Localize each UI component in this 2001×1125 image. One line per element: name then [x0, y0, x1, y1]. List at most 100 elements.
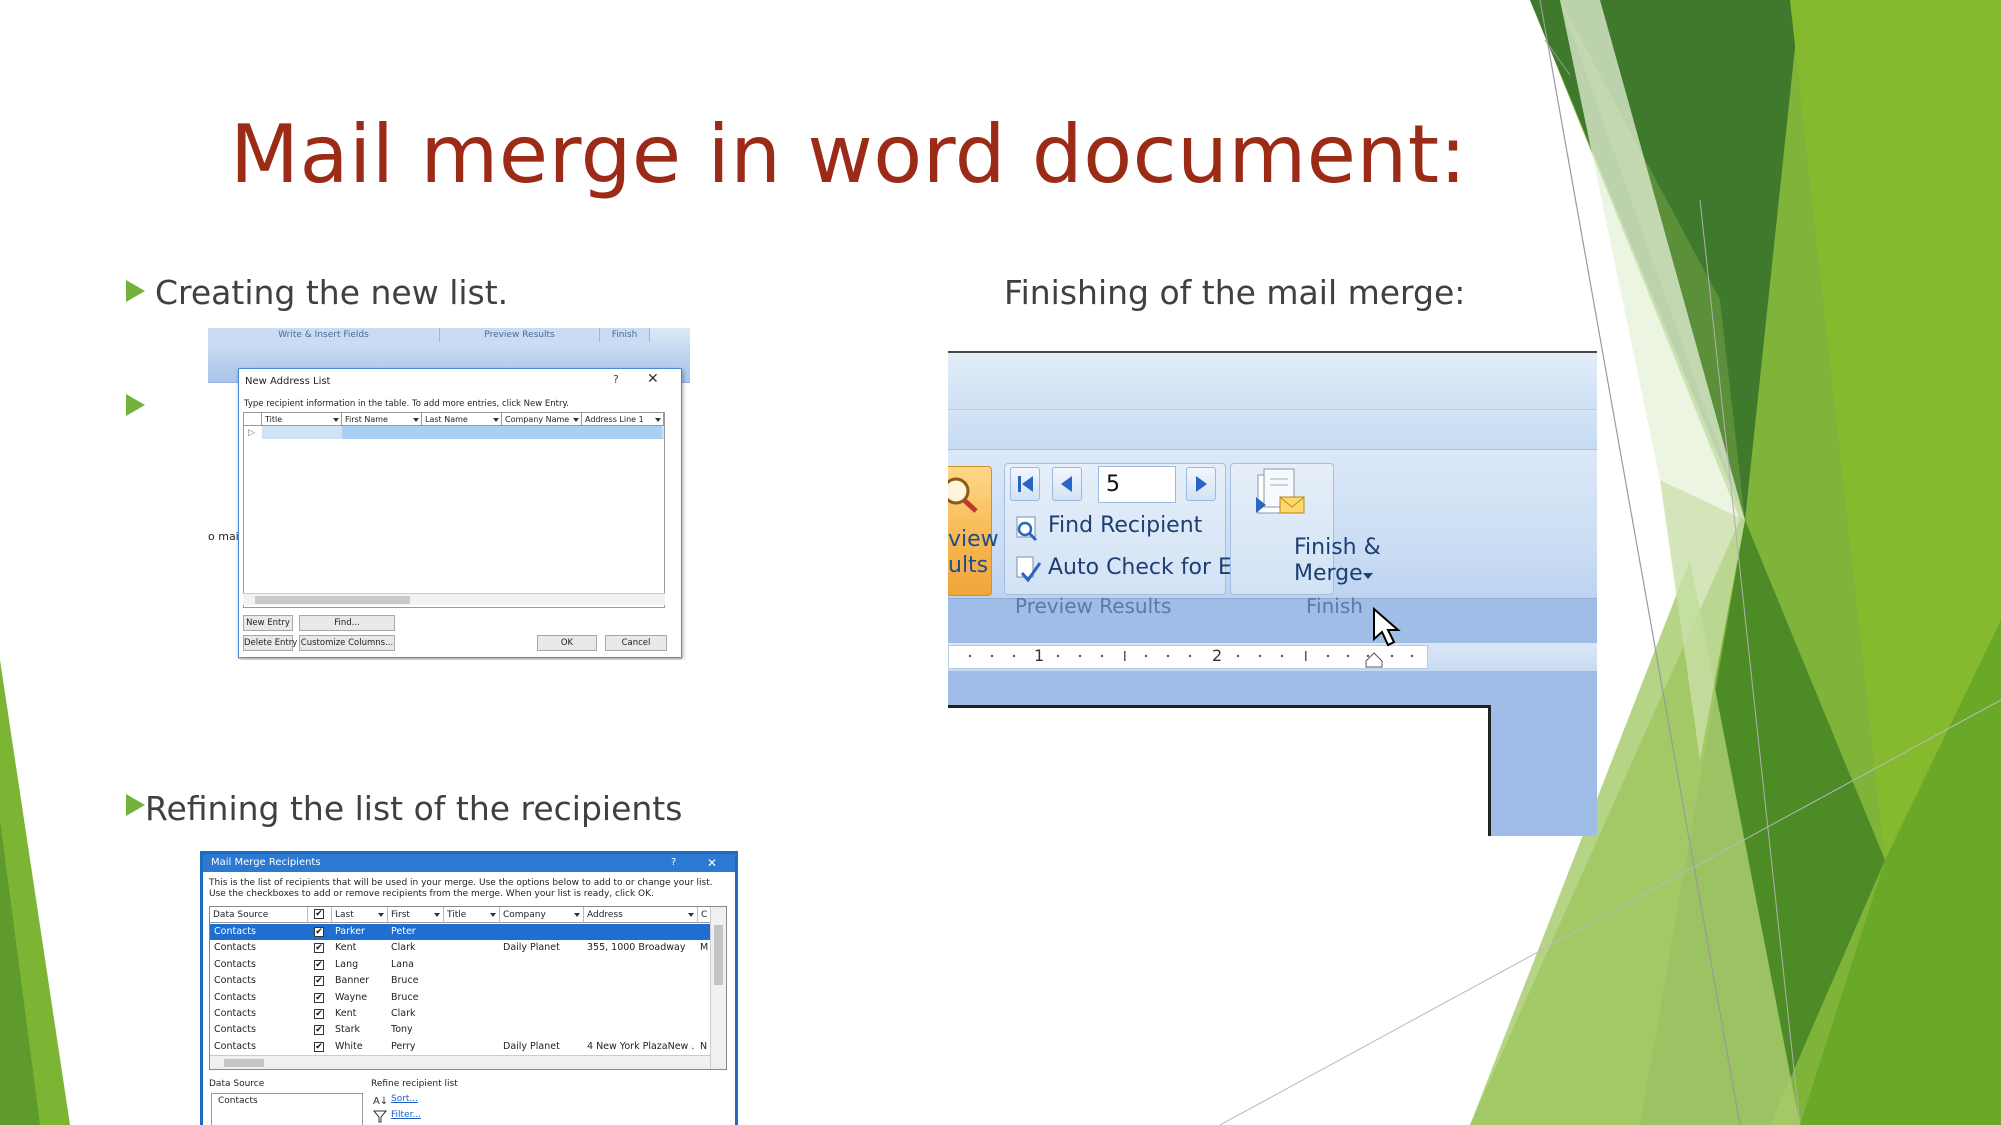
data-source-item[interactable]: Contacts [218, 1096, 258, 1106]
filter-link[interactable]: Filter... [391, 1110, 421, 1120]
close-icon[interactable]: ✕ [647, 371, 659, 387]
recipient-row[interactable]: Contacts Kent Clark Daily Planet 355, 1000 B… [210, 940, 710, 956]
column-header-label: Address Line 1 [585, 415, 644, 424]
include-checkbox[interactable]: ✔ [314, 943, 324, 954]
cell-last: Banner [335, 975, 370, 987]
help-icon[interactable]: ? [671, 854, 676, 872]
first-record-button[interactable] [1010, 467, 1040, 501]
find-recipient-button[interactable]: Find Recipient [1048, 513, 1202, 538]
include-checkbox[interactable]: ✔ [314, 927, 324, 937]
column-header-address[interactable]: Address [584, 907, 698, 923]
data-source-list[interactable]: Contacts [211, 1093, 363, 1125]
column-header-title[interactable]: Title [262, 413, 342, 426]
record-number-input[interactable]: 5 [1098, 466, 1176, 503]
cell-more: N [700, 1040, 708, 1052]
column-header-label: First [391, 910, 410, 920]
scrollbar-thumb[interactable] [224, 1059, 264, 1067]
dialog-title: Mail Merge Recipients [211, 857, 321, 868]
cell-address: 4 New York PlazaNew ... [587, 1040, 695, 1052]
cell-address [587, 973, 695, 989]
sort-link[interactable]: Sort... [391, 1094, 418, 1104]
select-all-checkbox[interactable]: ✔ [314, 909, 324, 919]
recipients-table[interactable]: Data Source ✔ Last First Title Company A… [209, 906, 727, 1070]
include-checkbox[interactable]: ✔ [314, 959, 324, 970]
column-header-first-name[interactable]: First Name [342, 413, 422, 426]
dropdown-arrow-icon[interactable] [490, 913, 496, 917]
preview-label-line2: ults [948, 553, 989, 578]
dropdown-arrow-icon[interactable] [434, 913, 440, 917]
column-header-address-line-1[interactable]: Address Line 1 [582, 413, 664, 426]
preview-results-group-label: Preview Results [1015, 594, 1172, 618]
dropdown-arrow-icon[interactable] [655, 418, 661, 422]
new-entry-button[interactable]: New Entry [243, 615, 293, 631]
dropdown-arrow-icon[interactable] [688, 913, 694, 917]
recipient-row[interactable]: Contacts Stark Tony ✔ [210, 1022, 710, 1038]
column-header-company-name[interactable]: Company Name [502, 413, 582, 426]
recipient-row[interactable]: Contacts Parker Peter ✔ [210, 924, 710, 940]
chevron-down-icon[interactable] [1362, 571, 1374, 581]
document-page[interactable] [948, 705, 1491, 836]
dropdown-arrow-icon[interactable] [493, 418, 499, 422]
column-header-company[interactable]: Company [500, 907, 584, 923]
customize-columns-button[interactable]: Customize Columns... [299, 635, 395, 651]
horizontal-scrollbar[interactable] [243, 593, 665, 605]
bullet-arrow-icon [126, 394, 145, 416]
cell-more [700, 1022, 710, 1038]
column-header-data-source[interactable]: Data Source [210, 907, 308, 923]
find-button[interactable]: Find... [299, 615, 395, 631]
help-icon[interactable]: ? [613, 373, 619, 386]
cell-company: Daily Planet [503, 1040, 560, 1052]
bullet-refining-list: Refining the list of the recipients [145, 789, 683, 828]
scrollbar-thumb[interactable] [714, 925, 723, 985]
include-checkbox[interactable]: ✔ [314, 1025, 324, 1036]
include-checkbox[interactable]: ✔ [314, 1041, 324, 1052]
include-checkbox[interactable]: ✔ [314, 1009, 324, 1019]
recipient-row[interactable]: Contacts Lang Lana ✔ [210, 957, 710, 973]
selected-cell[interactable] [342, 426, 662, 439]
cell-last: Kent [335, 942, 357, 954]
recipient-row[interactable]: Contacts Wayne Bruce ✔ [210, 990, 710, 1006]
cell-first: Bruce [391, 991, 419, 1003]
column-header-check[interactable]: ✔ [308, 907, 332, 923]
include-checkbox[interactable]: ✔ [314, 976, 324, 987]
recipient-row[interactable]: Contacts Banner Bruce ✔ [210, 973, 710, 989]
slide: Mail merge in word document: Creating th… [0, 0, 2001, 1125]
finish-merge-screenshot: view ults 5 Find Recipient Auto Check fo… [948, 351, 1597, 836]
cell-data-source: Contacts [214, 1024, 256, 1036]
finish-merge-label-2[interactable]: Merge [1294, 561, 1363, 586]
dropdown-arrow-icon[interactable] [574, 913, 580, 917]
recipient-row[interactable]: Contacts White Perry Daily Planet 4 New York… [210, 1039, 710, 1055]
address-grid[interactable]: Title First Name Last Name Company Name … [243, 412, 665, 608]
previous-record-button[interactable] [1052, 467, 1082, 501]
find-recipient-icon [1016, 516, 1038, 542]
dropdown-arrow-icon[interactable] [378, 913, 384, 917]
finish-merge-label-1[interactable]: Finish & [1294, 535, 1381, 560]
include-checkbox[interactable]: ✔ [314, 992, 324, 1003]
next-record-button[interactable] [1186, 467, 1216, 501]
ok-button[interactable]: OK [537, 635, 597, 651]
cancel-button[interactable]: Cancel [605, 635, 667, 651]
horizontal-scrollbar[interactable] [210, 1055, 710, 1069]
dropdown-arrow-icon[interactable] [333, 418, 339, 422]
column-header-last[interactable]: Last [332, 907, 388, 923]
column-header-selector [244, 413, 262, 426]
dialog-instruction: Type recipient information in the table.… [244, 399, 569, 409]
new-entry-row[interactable] [262, 426, 664, 439]
delete-entry-button[interactable]: Delete Entry [243, 635, 297, 651]
cell-address: 355, 1000 Broadway [587, 942, 686, 954]
dialog-title: New Address List [245, 376, 331, 387]
column-header-last-name[interactable]: Last Name [422, 413, 502, 426]
recipient-row[interactable]: Contacts Kent Clark ✔ [210, 1006, 710, 1022]
column-header-first[interactable]: First [388, 907, 444, 923]
cell-address [587, 957, 695, 973]
next-record-icon [1196, 476, 1207, 492]
cell-company [503, 973, 583, 989]
dropdown-arrow-icon[interactable] [413, 418, 419, 422]
column-header-title[interactable]: Title [444, 907, 500, 923]
close-icon[interactable]: ✕ [707, 854, 717, 872]
cell-address [587, 1022, 695, 1038]
dropdown-arrow-icon[interactable] [573, 418, 579, 422]
preview-results-button[interactable]: view ults [948, 466, 999, 596]
vertical-scrollbar[interactable] [710, 907, 726, 1069]
scrollbar-thumb[interactable] [255, 596, 410, 604]
